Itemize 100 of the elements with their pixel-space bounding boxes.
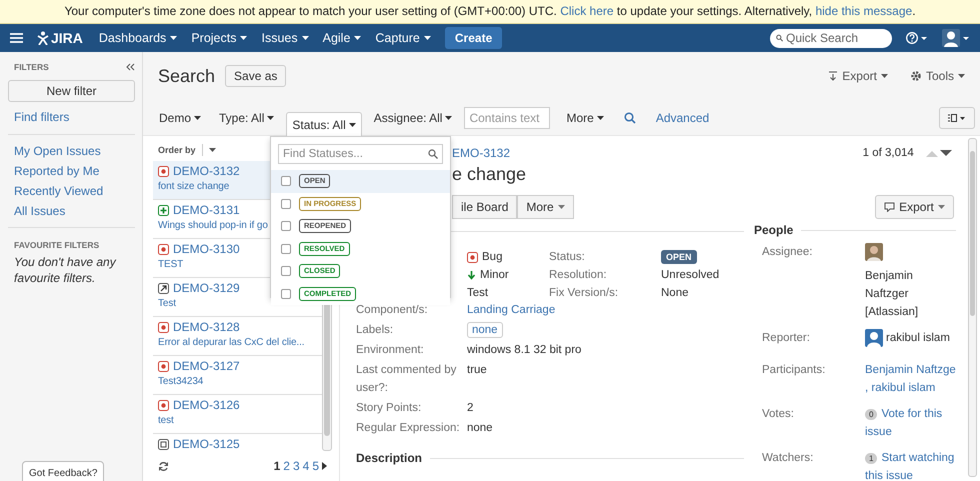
field-value: Minor (467, 267, 509, 283)
download-icon (828, 71, 838, 81)
menu-icon[interactable] (10, 33, 23, 43)
filter-dropdown[interactable]: Assignee: All (368, 106, 458, 128)
field-label: Last commented by user?: (356, 363, 458, 396)
page-link[interactable]: 4 (302, 459, 310, 473)
issue-key-link[interactable]: DEMO-3125 (158, 437, 317, 451)
down-arrow-icon (467, 270, 476, 280)
field-label: Regular Expression: (356, 421, 461, 436)
page-link[interactable]: 1 (274, 459, 280, 473)
caret-icon (424, 36, 431, 40)
next-page-icon[interactable] (322, 462, 327, 470)
caret-icon (348, 122, 356, 126)
count-badge: 1 (865, 453, 878, 464)
filter-link[interactable]: All Issues (8, 201, 135, 221)
people-label: Participants: (762, 363, 826, 378)
issue-action-button[interactable]: More (517, 195, 574, 219)
refresh-icon[interactable] (158, 460, 169, 472)
field-value: Test (467, 286, 488, 301)
banner-link[interactable]: Click here (560, 4, 614, 18)
issue-key-link[interactable]: EMO-3132 (452, 146, 510, 160)
find-filters-link[interactable]: Find filters (8, 106, 135, 128)
field-value: windows 8.1 32 bit pro (467, 343, 582, 358)
action-link[interactable]: 0 Vote for this issue (865, 405, 956, 441)
export-button[interactable]: Export (875, 195, 954, 219)
issue-key-link[interactable]: DEMO-3127 (158, 359, 317, 373)
detail-scrollbar[interactable] (968, 138, 977, 477)
people-label: Watchers: (762, 451, 814, 466)
export-menu[interactable]: Export (828, 69, 888, 83)
next-issue-icon[interactable] (940, 150, 952, 156)
filter-link[interactable]: Recently Viewed (8, 181, 135, 201)
issue-summary: font size change (158, 181, 230, 192)
people-label: Assignee: (762, 245, 814, 260)
people-label: Reporter: (762, 331, 811, 346)
save-as-button[interactable]: Save as (225, 65, 286, 87)
new-filter-button[interactable]: New filter (8, 80, 135, 102)
user-avatar-icon[interactable] (942, 29, 970, 47)
bug-icon (158, 360, 169, 372)
user-name: rakibul islam (886, 332, 950, 344)
checkbox[interactable] (281, 176, 291, 186)
checkbox[interactable] (281, 266, 291, 276)
page-link[interactable]: 5 (312, 459, 319, 473)
nav-menu[interactable]: Issues (261, 31, 309, 45)
checkbox[interactable] (281, 198, 291, 209)
text-search-field[interactable]: Contains text (464, 106, 550, 128)
nav-menu[interactable]: Capture (375, 31, 431, 45)
issue-key-link[interactable]: DEMO-3126 (158, 398, 317, 412)
field-label: Environment: (356, 343, 425, 358)
issue-summary: TEST (158, 259, 184, 270)
jira-logo[interactable]: JIRA (37, 30, 83, 46)
more-dropdown[interactable]: More (560, 106, 610, 128)
field-value: Bug (467, 249, 502, 265)
collapse-icon[interactable] (126, 63, 135, 71)
page-title: Search (158, 66, 216, 86)
caret-icon (170, 36, 178, 40)
layout-toggle-button[interactable] (939, 106, 975, 128)
caret-icon (445, 116, 452, 120)
nav-menu[interactable]: Agile (322, 31, 362, 45)
checkbox[interactable] (281, 244, 291, 254)
caret-icon (558, 205, 565, 209)
filters-heading: FILTERS (14, 62, 49, 72)
page-link[interactable]: 3 (292, 459, 300, 473)
people-heading: People (754, 223, 794, 237)
create-button[interactable]: Create (444, 27, 502, 49)
filter-dropdown[interactable]: Demo (153, 106, 208, 128)
quick-search-field[interactable]: Quick Search (770, 28, 892, 48)
nav-menu[interactable]: Projects (191, 31, 248, 45)
checkbox[interactable] (281, 288, 291, 299)
issue-key-link[interactable]: DEMO-3128 (158, 320, 317, 334)
issue-action-button[interactable]: ile Board (452, 195, 518, 219)
component-link[interactable]: Landing Carriage (467, 301, 744, 319)
arrow-icon (158, 282, 169, 294)
issue-position: 1 of 3,014 (862, 147, 914, 159)
field-value: none (467, 421, 494, 436)
feedback-button[interactable]: Got Feedback? (22, 461, 104, 481)
participant-link[interactable]: Benjamin Naftzge (865, 364, 956, 376)
checkbox[interactable] (281, 221, 291, 232)
help-icon[interactable] (906, 32, 928, 44)
bug-icon (158, 244, 169, 254)
page-link[interactable]: 2 (283, 459, 290, 473)
people-label: Votes: (762, 407, 795, 422)
caret-icon (240, 36, 248, 40)
search-icon[interactable] (624, 112, 636, 124)
action-link[interactable]: 1 Start watching this issue (865, 449, 956, 481)
field-label: Resolution: (549, 268, 607, 283)
filter-dropdown[interactable]: Status: All (286, 112, 362, 136)
issue-summary: Wings should pop-in if go (158, 220, 268, 231)
banner-link[interactable]: hide this message (815, 4, 912, 18)
filter-dropdown[interactable]: Type: All (213, 106, 280, 128)
tools-menu[interactable]: Tools (910, 69, 965, 83)
filter-link[interactable]: Reported by Me (8, 161, 135, 181)
caret-icon (354, 36, 362, 40)
filter-link[interactable]: My Open Issues (8, 141, 135, 161)
advanced-link[interactable]: Advanced (656, 110, 710, 124)
nav-menu[interactable]: Dashboards (98, 31, 178, 45)
label-tag[interactable]: none (467, 322, 503, 338)
status-search-field[interactable]: Find Statuses... (278, 144, 443, 164)
empty-favourites-message: You don't have any favourite filters. (14, 254, 118, 286)
participant-link[interactable]: , rakibul islam (865, 382, 936, 394)
bug-icon (158, 166, 169, 176)
